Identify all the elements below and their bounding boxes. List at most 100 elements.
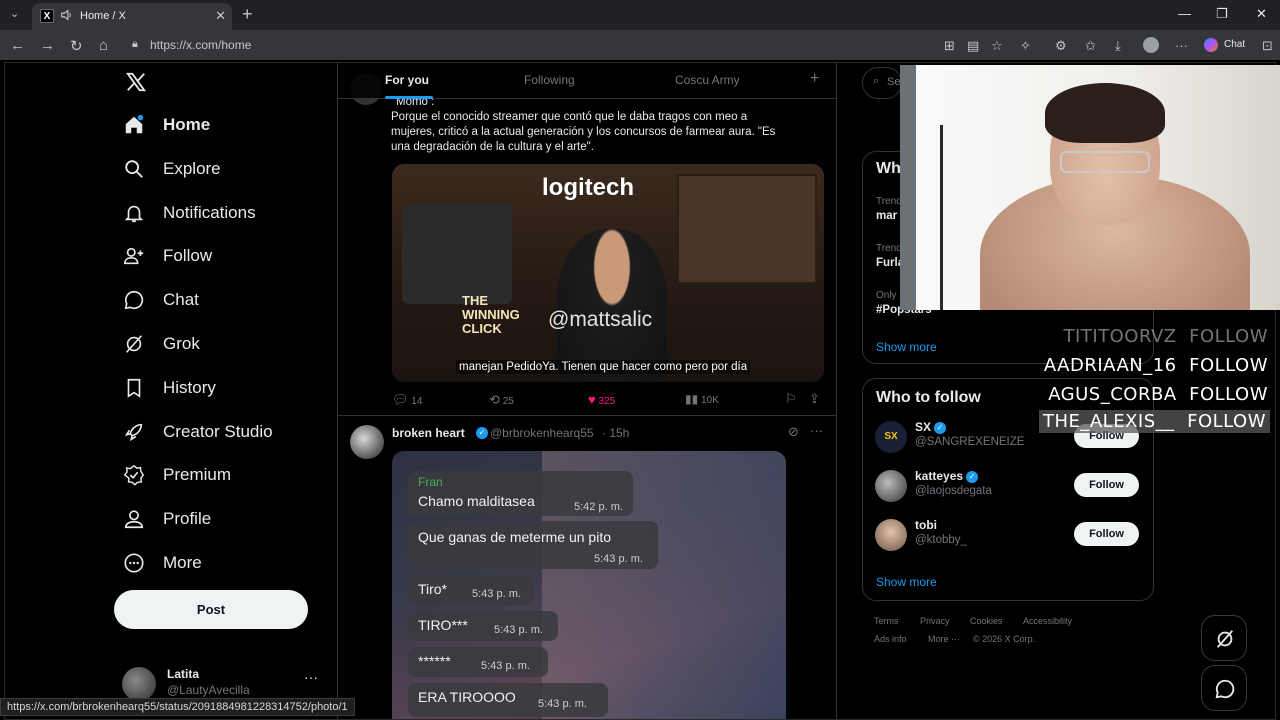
add-tab-icon[interactable]: + [810,70,819,88]
tweet-time[interactable]: · 15h [602,426,629,440]
avatar [875,470,907,502]
nav-history[interactable]: History [123,368,216,408]
more-dots-icon[interactable]: ··· [304,669,318,685]
browser-tab-home[interactable]: X Home / X ✕ [32,3,232,30]
extension-icon[interactable]: ⚙ [1055,38,1067,54]
copilot-sidebar-icon[interactable]: ⊡ [1262,38,1273,54]
tab-coscu-army[interactable]: Coscu Army [675,73,740,87]
search-input[interactable]: ⌕ Se [862,67,902,99]
messages-floating-button[interactable] [1201,665,1247,711]
reply-icon: 💬︎ [392,392,409,407]
suggestion-handle: @laojosdegata [915,485,992,497]
monitor [402,204,512,304]
nav-creator-studio[interactable]: Creator Studio [123,412,273,452]
wtf-show-more[interactable]: Show more [876,575,937,589]
speaker-icon[interactable] [60,8,74,22]
nav-profile[interactable]: Profile [123,499,211,539]
share-icon[interactable]: ⇪ [809,391,820,407]
site-info-icon[interactable]: 🔒︎ [132,38,138,51]
nav-grok[interactable]: Grok [123,324,200,364]
maximize-icon[interactable]: ❐ [1216,6,1228,22]
reload-icon[interactable]: ↻ [70,37,83,55]
footer-link-ads-info[interactable]: Ads info [874,634,907,644]
close-tab-icon[interactable]: ✕ [215,8,226,24]
cable [940,125,943,310]
nav-label: Creator Studio [163,422,273,441]
trend-context: Trend [876,196,902,207]
message-time: 5:43 p. m. [594,553,643,565]
favorites-icon[interactable]: ✩ [1085,38,1096,54]
suggestion-name-wrap: SX ✓ [915,420,947,434]
nav-more[interactable]: More [123,543,202,583]
suggestion-row[interactable]: katteyes ✓ @laojosdegata Follow [875,466,1155,506]
window-close-icon[interactable]: ✕ [1256,6,1267,22]
nav-label: Notifications [163,203,256,222]
message-text: Chamo malditasea [418,493,535,509]
grok-floating-button[interactable] [1201,615,1247,661]
nav-label: Grok [163,334,200,353]
nav-premium[interactable]: Premium [123,455,231,495]
account-switcher[interactable]: Latita @LautyAvecilla ··· [122,663,327,703]
tweet-photo[interactable]: Fran Chamo malditasea 5:42 p. m. Que gan… [392,451,786,719]
author-handle[interactable]: @brbrokenhearq55 [490,426,594,440]
follow-button[interactable]: Follow [1074,473,1139,497]
tweet-divider [338,415,836,416]
reading-view-icon[interactable]: ▤ [967,38,979,54]
settings-more-icon[interactable]: ··· [1175,38,1188,53]
footer-link-privacy[interactable]: Privacy [920,616,950,626]
post-button[interactable]: Post [114,590,308,629]
follow-button[interactable]: Follow [1074,522,1139,546]
x-logo-icon[interactable] [125,71,147,93]
new-tab-icon[interactable]: + [242,4,253,25]
footer-link-cookies[interactable]: Cookies [970,616,1003,626]
tab-actions-icon[interactable]: ⌄ [10,7,19,20]
nav-home[interactable]: Home [123,105,210,145]
copilot-chat-button[interactable]: Chat [1198,35,1254,55]
feed-tabs: For you Following Coscu Army + [338,63,836,99]
timeline-column: Momo : Porque el conocido streamer que c… [337,63,837,719]
chat-message: TIRO*** 5:43 p. m. [408,611,558,641]
nav-notifications[interactable]: Notifications [123,193,256,233]
extensions-icon[interactable]: ✧ [1020,38,1031,54]
author-name[interactable]: broken heart [392,426,465,440]
like-button[interactable]: ♥ 325 [588,392,615,407]
bookmark-icon[interactable]: ⚐ [785,391,797,407]
address-bar[interactable]: 🔒︎ https://x.com/home [124,34,934,56]
tweet-video[interactable]: logitech THE WINNING CLICK @mattsalic ma… [392,164,824,382]
nav-follow[interactable]: Follow [123,236,212,276]
footer-link-terms[interactable]: Terms [874,616,899,626]
account-name: Latita [167,667,200,681]
views-button[interactable]: ▮▮ 10K [685,392,719,406]
follow-user: THE_ALEXIS__ [1042,411,1175,432]
app-available-icon[interactable]: ⊞ [944,38,955,54]
minimize-icon[interactable]: — [1178,6,1191,21]
search-placeholder: Se [887,76,901,88]
avatar[interactable] [350,425,384,459]
message-text: ****** [418,653,451,669]
downloads-icon[interactable]: ⤓ [1115,38,1121,54]
suggestion-row[interactable]: tobi @ktobby_ Follow [875,515,1155,555]
home-icon[interactable]: ⌂ [99,37,108,54]
tab-following[interactable]: Following [524,73,575,87]
reply-button[interactable]: 💬︎ 14 [392,392,422,408]
forward-icon[interactable]: → [40,37,55,54]
more-dots-icon[interactable]: ··· [810,423,823,438]
trends-show-more[interactable]: Show more [876,340,937,354]
profile-avatar[interactable] [1143,37,1159,53]
follow-alert: AADRIAAN_16 FOLLOW [1044,355,1268,376]
favorite-star-icon[interactable]: ☆ [991,38,1003,54]
nav-chat[interactable]: Chat [123,280,199,320]
grok-icon[interactable]: ⊘ [788,424,799,440]
back-icon[interactable]: ← [10,37,25,54]
like-count: 325 [598,396,616,407]
chat-message: Tiro* 5:43 p. m. [408,575,534,605]
nav-explore[interactable]: Explore [123,149,221,189]
nav-label: Explore [163,159,221,178]
tab-for-you[interactable]: For you [385,73,429,87]
trend-name[interactable]: mar [876,210,897,222]
follow-action: FOLLOW [1189,384,1268,405]
footer-link-accessibility[interactable]: Accessibility [1023,616,1072,626]
footer-link-more[interactable]: More ··· [928,634,960,644]
repost-button[interactable]: ⟲ 25 [489,392,514,408]
follow-action: FOLLOW [1189,355,1268,376]
